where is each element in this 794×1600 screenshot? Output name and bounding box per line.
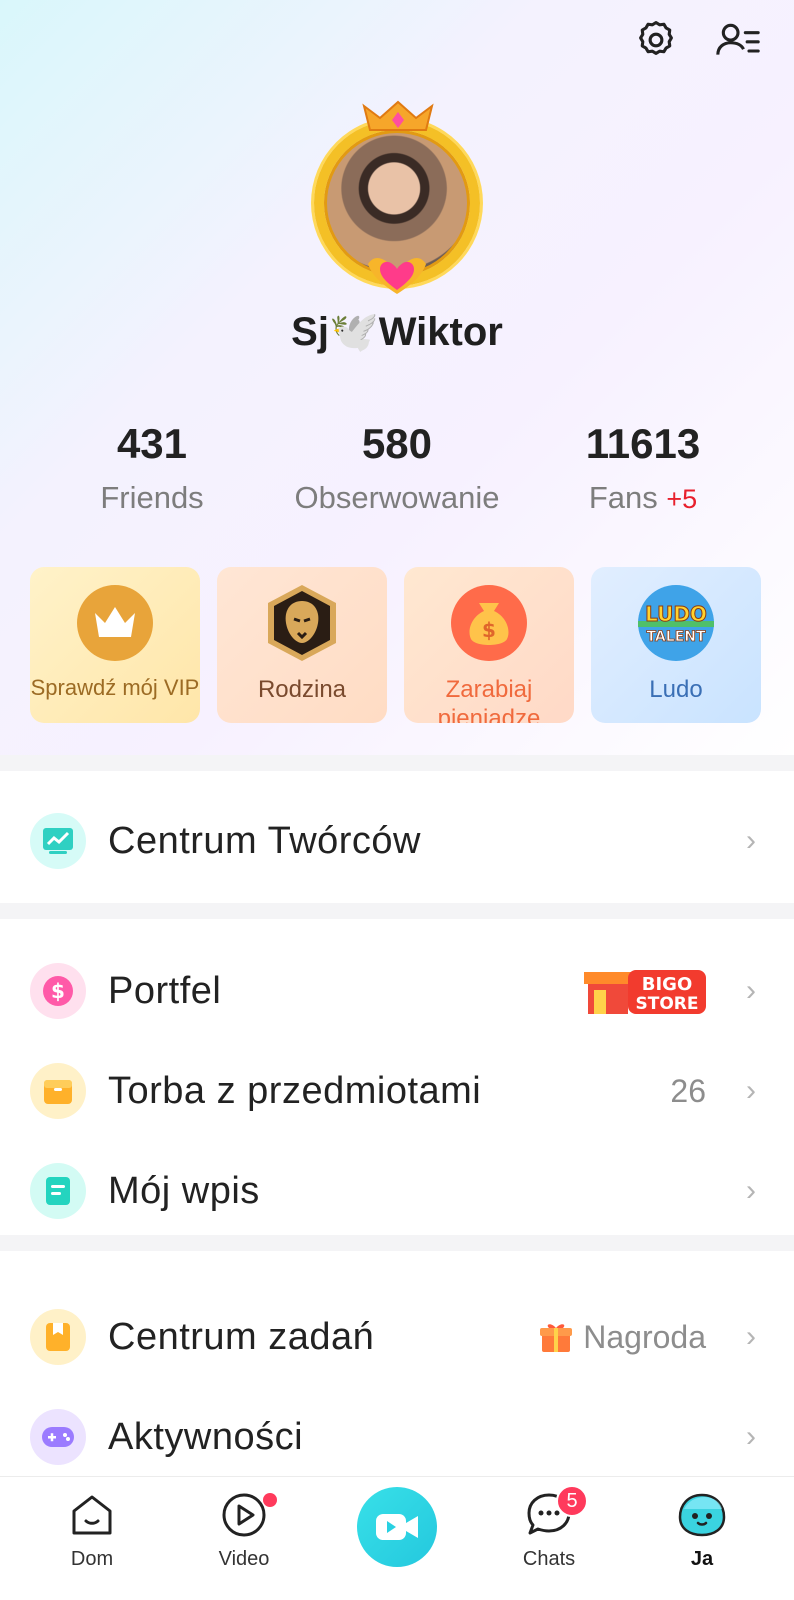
username: Sj🕊️Wiktor [291, 310, 503, 354]
chats-unread-badge: 5 [556, 1485, 588, 1517]
svg-text:TALENT: TALENT [646, 629, 705, 645]
svg-text:BIGO: BIGO [642, 974, 693, 995]
chevron-right-icon: › [746, 1074, 756, 1107]
svg-text:STORE: STORE [636, 994, 699, 1014]
fans-new-count: +5 [666, 484, 698, 514]
section-divider [0, 755, 794, 771]
card-family[interactable]: Rodzina [217, 567, 387, 723]
section-divider [0, 1235, 794, 1251]
live-camera-icon [376, 1514, 418, 1540]
menu-wallet[interactable]: $ Portfel BIGO STORE › [0, 946, 794, 1036]
stat-friends[interactable]: 431 Friends [62, 420, 242, 516]
video-play-icon [222, 1493, 266, 1537]
bottom-navigation: Dom Video 5 Chats Ja [0, 1476, 794, 1600]
task-bookmark-icon [30, 1309, 86, 1365]
svg-text:LUDO: LUDO [645, 602, 707, 626]
profile-menu-icon[interactable] [712, 14, 764, 66]
nav-home-label: Dom [70, 1548, 114, 1570]
activities-label: Aktywności [108, 1415, 304, 1458]
gamepad-icon [30, 1409, 86, 1465]
go-live-button[interactable] [357, 1487, 437, 1567]
task-reward-label: Nagroda [583, 1318, 706, 1355]
friends-count: 431 [116, 420, 188, 467]
creator-chart-icon [30, 813, 86, 869]
svg-text:$: $ [482, 618, 496, 642]
post-note-icon [30, 1163, 86, 1219]
ludo-talent-icon: LUDO TALENT [638, 585, 714, 661]
bigo-store-badge[interactable]: BIGO STORE [584, 962, 708, 1020]
fans-count: 11613 [585, 420, 701, 467]
nav-home[interactable]: Dom [37, 1489, 147, 1571]
feature-cards: Sprawdź mój VIP Rodzina $ Zarabiaj pieni… [30, 567, 761, 723]
my-post-label: Mój wpis [108, 1169, 260, 1212]
nav-video-label: Video [218, 1548, 270, 1570]
menu-item-bag[interactable]: Torba z przedmiotami 26 › [0, 1046, 794, 1136]
wallet-label: Portfel [108, 969, 222, 1012]
crown-icon [77, 585, 153, 661]
svg-text:$: $ [51, 979, 65, 1003]
menu-my-post[interactable]: Mój wpis › [0, 1146, 794, 1236]
avatar-crown-icon [362, 100, 434, 131]
gift-icon [540, 1324, 573, 1352]
settings-gear-icon[interactable] [630, 14, 682, 66]
card-earn-label: Zarabiaj pieniądze [437, 676, 541, 723]
nav-me[interactable]: Ja [647, 1489, 757, 1571]
item-bag-label: Torba z przedmiotami [108, 1069, 482, 1112]
avatar-heart-icon [368, 257, 426, 294]
card-ludo[interactable]: LUDO TALENT Ludo [591, 567, 761, 723]
me-mascot-icon [678, 1493, 726, 1537]
nav-chats[interactable]: 5 Chats [494, 1485, 604, 1571]
card-earn-money[interactable]: $ Zarabiaj pieniądze [404, 567, 574, 723]
following-count: 580 [361, 420, 433, 467]
wallet-dollar-icon: $ [30, 963, 86, 1019]
card-vip-label: Sprawdź mój VIP [30, 675, 200, 700]
money-bag-icon: $ [451, 585, 527, 661]
avatar[interactable] [300, 100, 494, 300]
card-family-label: Rodzina [257, 676, 347, 703]
stat-following[interactable]: 580 Obserwowanie [262, 420, 532, 516]
fans-label-row: Fans +5 [548, 480, 738, 516]
top-toolbar [630, 14, 764, 66]
bigo-store-icon: BIGO STORE [584, 970, 706, 1014]
item-bag-count: 26 [670, 1072, 706, 1109]
chevron-right-icon: › [746, 974, 756, 1007]
task-reward: Nagroda [539, 1319, 706, 1356]
bag-box-icon [30, 1063, 86, 1119]
following-label: Obserwowanie [294, 480, 500, 515]
menu-task-center[interactable]: Centrum zadań Nagroda › [0, 1292, 794, 1382]
nav-chats-label: Chats [522, 1548, 576, 1570]
chevron-right-icon: › [746, 1420, 756, 1453]
stat-fans[interactable]: 11613 Fans +5 [548, 420, 738, 516]
card-ludo-label: Ludo [649, 676, 703, 703]
section-divider [0, 903, 794, 919]
task-center-label: Centrum zadań [108, 1315, 375, 1358]
fans-label: Fans [588, 480, 658, 515]
card-vip[interactable]: Sprawdź mój VIP [30, 567, 200, 723]
lion-icon [268, 585, 336, 661]
home-icon [72, 1495, 112, 1535]
nav-video[interactable]: Video [189, 1489, 299, 1571]
menu-creator-center[interactable]: Centrum Twórców › [0, 796, 794, 886]
nav-me-label: Ja [690, 1548, 714, 1570]
chevron-right-icon: › [746, 1320, 756, 1353]
chevron-right-icon: › [746, 1174, 756, 1207]
video-notification-dot [263, 1493, 277, 1507]
creator-center-label: Centrum Twórców [108, 819, 422, 862]
chevron-right-icon: › [746, 824, 756, 857]
friends-label: Friends [100, 480, 204, 515]
menu-activities[interactable]: Aktywności › [0, 1392, 794, 1482]
